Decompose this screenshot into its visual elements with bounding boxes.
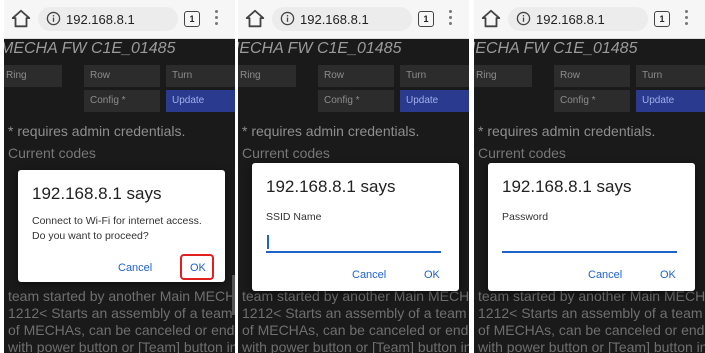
code-description-line: with power button or [Team] button in	[478, 339, 705, 353]
url-field[interactable]: 192.168.8.1	[508, 7, 648, 31]
current-codes-heading: Current codes	[478, 145, 566, 161]
password-label: Password	[502, 211, 549, 223]
code-description-line: of MECHAs, can be canceled or ended	[478, 322, 705, 338]
tab-count-button[interactable]: 1	[418, 11, 434, 27]
cancel-button[interactable]: Cancel	[588, 269, 622, 281]
code-description-line: with power button or [Team] button in	[242, 339, 469, 353]
screenshot-panel-1: 192.168.8.1 1 MECHA FW C1E_01485 Ring Ro…	[4, 0, 235, 353]
url-text: 192.168.8.1	[66, 12, 135, 27]
url-text: 192.168.8.1	[536, 12, 605, 27]
admin-note: * requires admin credentials.	[478, 123, 656, 139]
app-title: MECHA FW C1E_01485	[4, 40, 176, 57]
tab-count-button[interactable]: 1	[654, 11, 670, 27]
screenshot-panel-2: 192.168.8.1 1 MECHA FW C1E_01485 Ring Ro…	[238, 0, 469, 353]
row-button[interactable]: Row	[84, 65, 160, 87]
home-icon[interactable]	[244, 8, 266, 30]
tab-count-button[interactable]: 1	[184, 11, 200, 27]
code-description-line: with power button or [Team] button in	[8, 339, 235, 353]
ssid-label: SSID Name	[266, 211, 322, 223]
url-field[interactable]: 192.168.8.1	[38, 7, 178, 31]
home-icon[interactable]	[480, 8, 502, 30]
dialog-title: 192.168.8.1 says	[266, 177, 396, 196]
dialog-title: 192.168.8.1 says	[32, 184, 162, 203]
more-menu-icon[interactable]	[449, 10, 453, 28]
ring-button[interactable]: Ring	[238, 65, 296, 87]
ok-button[interactable]: OK	[190, 262, 206, 274]
row-button[interactable]: Row	[318, 65, 394, 87]
update-button[interactable]: Update	[636, 90, 705, 112]
update-button[interactable]: Update	[400, 90, 469, 112]
cancel-button[interactable]: Cancel	[118, 262, 152, 274]
current-codes-heading: Current codes	[8, 145, 96, 161]
code-description-line: team started by another Main MECHA	[8, 288, 235, 304]
panel-divider	[235, 0, 238, 353]
browser-address-bar: 192.168.8.1 1	[238, 0, 469, 39]
cancel-button[interactable]: Cancel	[352, 269, 386, 281]
current-codes-heading: Current codes	[242, 145, 330, 161]
admin-note: * requires admin credentials.	[242, 123, 420, 139]
ssid-prompt-dialog: 192.168.8.1 says SSID Name Cancel OK	[252, 163, 459, 291]
home-icon[interactable]	[10, 8, 32, 30]
code-description-line: of MECHAs, can be canceled or ended	[8, 322, 235, 338]
browser-address-bar: 192.168.8.1 1	[474, 0, 705, 39]
row-button[interactable]: Row	[554, 65, 630, 87]
info-icon[interactable]	[516, 11, 531, 26]
dialog-title: 192.168.8.1 says	[502, 177, 632, 196]
browser-address-bar: 192.168.8.1 1	[4, 0, 235, 39]
password-input[interactable]	[502, 231, 677, 253]
dialog-message: Connect to Wi-Fi for internet access. Do…	[32, 215, 202, 242]
more-menu-icon[interactable]	[685, 10, 689, 28]
info-icon[interactable]	[46, 11, 61, 26]
config-button[interactable]: Config *	[84, 90, 160, 112]
confirm-dialog: 192.168.8.1 says Connect to Wi-Fi for in…	[18, 170, 225, 282]
turn-button[interactable]: Turn	[166, 65, 235, 87]
turn-button[interactable]: Turn	[636, 65, 705, 87]
update-button[interactable]: Update	[166, 90, 235, 112]
panel-divider	[471, 0, 474, 353]
config-button[interactable]: Config *	[554, 90, 630, 112]
url-field[interactable]: 192.168.8.1	[272, 7, 412, 31]
config-button[interactable]: Config *	[318, 90, 394, 112]
ok-button[interactable]: OK	[660, 269, 676, 281]
text-caret	[267, 235, 269, 249]
info-icon[interactable]	[280, 11, 295, 26]
ok-button[interactable]: OK	[424, 269, 440, 281]
ring-button[interactable]: Ring	[474, 65, 532, 87]
code-description-line: 1212< Starts an assembly of a team	[8, 305, 233, 321]
url-text: 192.168.8.1	[300, 12, 369, 27]
screenshot-panel-3: 192.168.8.1 1 MECHA FW C1E_01485 Ring Ro…	[474, 0, 705, 353]
app-title: MECHA FW C1E_01485	[474, 40, 638, 57]
code-description-line: 1212< Starts an assembly of a team	[242, 305, 467, 321]
more-menu-icon[interactable]	[215, 10, 219, 28]
ring-button[interactable]: Ring	[4, 65, 62, 87]
app-title: MECHA FW C1E_01485	[238, 40, 402, 57]
code-description-line: of MECHAs, can be canceled or ended	[242, 322, 469, 338]
turn-button[interactable]: Turn	[400, 65, 469, 87]
admin-note: * requires admin credentials.	[8, 123, 186, 139]
password-prompt-dialog: 192.168.8.1 says Password Cancel OK	[488, 163, 695, 291]
ssid-input[interactable]	[266, 231, 441, 253]
code-description-line: 1212< Starts an assembly of a team	[478, 305, 703, 321]
